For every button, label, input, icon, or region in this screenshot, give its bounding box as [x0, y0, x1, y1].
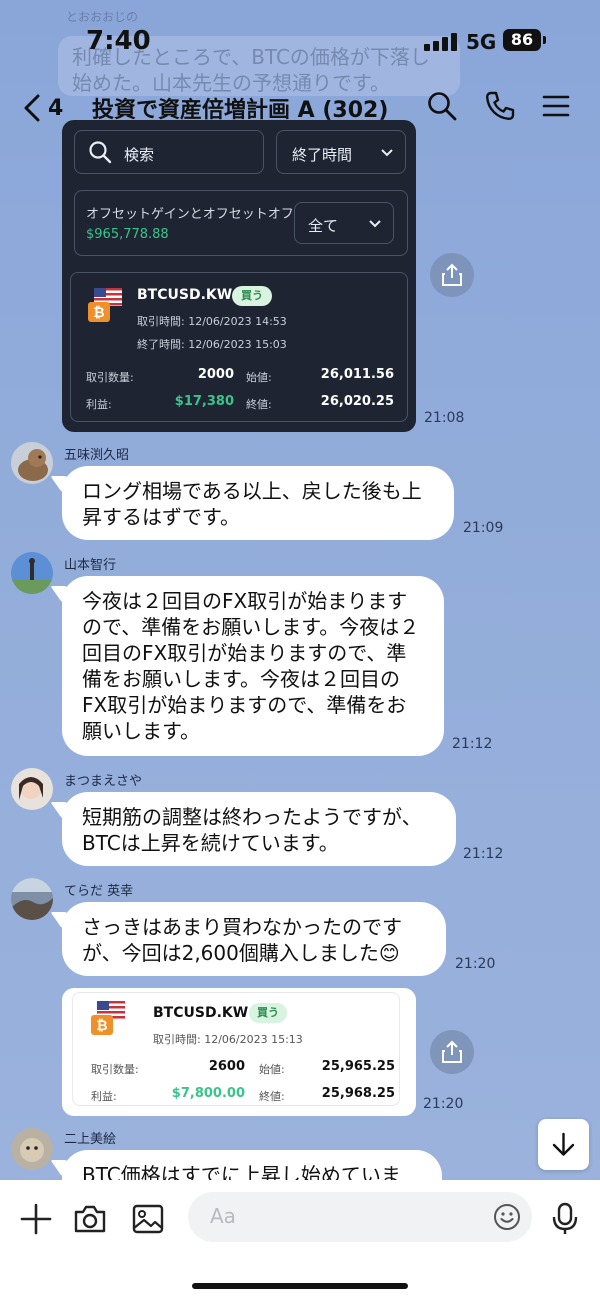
trade-symbol: BTCUSD.KW [153, 1005, 249, 1021]
trade-record: ₿ BTCUSD.KW 買う 取引時間: 12/06/2023 15:13 取引… [72, 992, 400, 1106]
message-text: 短期筋の調整は終わったようですが、BTCは上昇を続けています。 [82, 805, 422, 855]
network-label: 5G [466, 30, 497, 54]
phone-icon[interactable] [484, 90, 516, 122]
close-price: 25,968.25 [321, 1086, 395, 1101]
back-count: 4 [48, 95, 64, 121]
open-time: 取引時間: 12/06/2023 15:13 [153, 1033, 303, 1046]
open-price: 26,011.56 [320, 367, 394, 382]
message-time: 21:09 [463, 520, 504, 536]
trade-screenshot-card[interactable]: ₿ BTCUSD.KW 買う 取引時間: 12/06/2023 15:13 取引… [62, 988, 416, 1116]
sender-name: 山本智行 [64, 558, 117, 573]
chat-title: 投資で資産倍増計画 A (302) [92, 98, 389, 123]
message-bubble[interactable]: 短期筋の調整は終わったようですが、BTCは上昇を続けています。 [50, 792, 456, 866]
status-bar: 7:40 5G 86 [0, 0, 600, 80]
qty-value: 2600 [208, 1059, 245, 1074]
profit-value: $7,800.00 [171, 1086, 245, 1101]
plus-icon[interactable] [19, 1202, 53, 1236]
camera-icon[interactable] [73, 1202, 107, 1236]
message-input[interactable]: Aa [188, 1192, 532, 1242]
offset-summary: オフセットゲインとオフセットオフ $965,778.88 [86, 205, 296, 245]
share-button[interactable] [430, 253, 474, 297]
open-price-label: 始値: [246, 371, 272, 384]
home-indicator [192, 1283, 408, 1289]
avatar[interactable] [11, 878, 53, 920]
buy-badge: 買う [249, 1003, 287, 1023]
share-button[interactable] [430, 1030, 474, 1074]
share-icon [442, 1040, 462, 1063]
message-text: さっきはあまり買わなかったのですが、今回は2,600個購入しました😊 [82, 915, 402, 965]
sender-name: 二上美絵 [64, 1132, 117, 1147]
avatar[interactable] [11, 768, 53, 810]
avatar[interactable] [11, 1128, 53, 1170]
open-time: 取引時間: 12/06/2023 14:53 [137, 315, 287, 328]
message-input-placeholder: Aa [210, 1204, 236, 1228]
search-icon [89, 141, 112, 164]
message-text: 今夜は２回目のFX取引が始まりますので、準備をお願いします。今夜は２回目のFX取… [82, 589, 420, 743]
qty-label: 取引数量: [91, 1063, 139, 1076]
message-bubble[interactable]: 今夜は２回目のFX取引が始まりますので、準備をお願いします。今夜は２回目のFX取… [50, 576, 444, 756]
message-time: 21:20 [455, 956, 496, 972]
message-time: 21:08 [424, 410, 465, 426]
close-price-label: 終値: [246, 398, 272, 411]
profit-label: 利益: [86, 398, 112, 411]
close-time: 終了時間: 12/06/2023 15:03 [137, 338, 287, 351]
search-placeholder: 検索 [124, 146, 155, 164]
avatar[interactable] [11, 552, 53, 594]
chevron-down-icon [369, 220, 381, 228]
btc-usd-flag-icon: ₿ [88, 288, 122, 322]
svg-text:₿: ₿ [96, 1018, 107, 1034]
scroll-down-icon [552, 1132, 575, 1156]
search-icon[interactable] [426, 90, 458, 122]
avatar[interactable] [11, 442, 53, 484]
profit-label: 利益: [91, 1090, 117, 1103]
image-icon[interactable] [131, 1202, 165, 1236]
share-icon [442, 263, 462, 286]
trade-symbol: BTCUSD.KW [137, 287, 233, 303]
signal-icon [424, 33, 458, 51]
battery-icon: 86 [503, 29, 541, 51]
back-chevron-icon [24, 94, 40, 122]
message-bubble[interactable]: ロング相場である以上、戻した後も上昇するはずです。 [50, 466, 454, 540]
sender-name: まつまえさや [64, 774, 143, 789]
menu-icon[interactable] [540, 90, 572, 122]
message-time: 21:12 [452, 736, 493, 752]
filter-label: 全て [308, 217, 339, 235]
sender-name: 五味渕久昭 [64, 448, 130, 463]
profit-value: $17,380 [174, 394, 234, 409]
message-bubble[interactable]: さっきはあまり買わなかったのですが、今回は2,600個購入しました😊 [50, 902, 446, 976]
battery-tip [543, 36, 546, 44]
close-price: 26,020.25 [320, 394, 394, 409]
qty-label: 取引数量: [86, 371, 134, 384]
offset-label: オフセットゲインとオフセットオフ [86, 207, 294, 222]
message-time: 21:20 [423, 1096, 464, 1112]
sender-name: てらだ 英幸 [64, 884, 134, 899]
emoji-icon[interactable] [492, 1202, 522, 1232]
close-price-label: 終値: [259, 1090, 285, 1103]
open-price: 25,965.25 [321, 1059, 395, 1074]
scroll-down-button[interactable] [538, 1119, 589, 1170]
composer-bar: Aa [0, 1180, 600, 1300]
message-time: 21:12 [463, 846, 504, 862]
buy-badge: 買う [232, 286, 272, 306]
back-button[interactable]: 4 [22, 88, 63, 128]
qty-value: 2000 [197, 367, 234, 382]
svg-text:₿: ₿ [93, 305, 104, 321]
offset-value: $965,778.88 [86, 227, 169, 242]
chat-header: 4 投資で資産倍増計画 A (302) [0, 80, 600, 134]
btc-usd-flag-icon: ₿ [91, 1001, 126, 1035]
sort-label: 終了時間 [292, 146, 353, 164]
open-price-label: 始値: [259, 1063, 285, 1076]
trade-screenshot-card[interactable]: 検索 終了時間 オフセットゲインとオフセットオフ $965,778.88 全て … [62, 120, 416, 432]
status-time: 7:40 [86, 26, 151, 56]
mic-icon[interactable] [548, 1202, 582, 1236]
message-text: ロング相場である以上、戻した後も上昇するはずです。 [82, 479, 422, 529]
chevron-down-icon [381, 149, 393, 157]
